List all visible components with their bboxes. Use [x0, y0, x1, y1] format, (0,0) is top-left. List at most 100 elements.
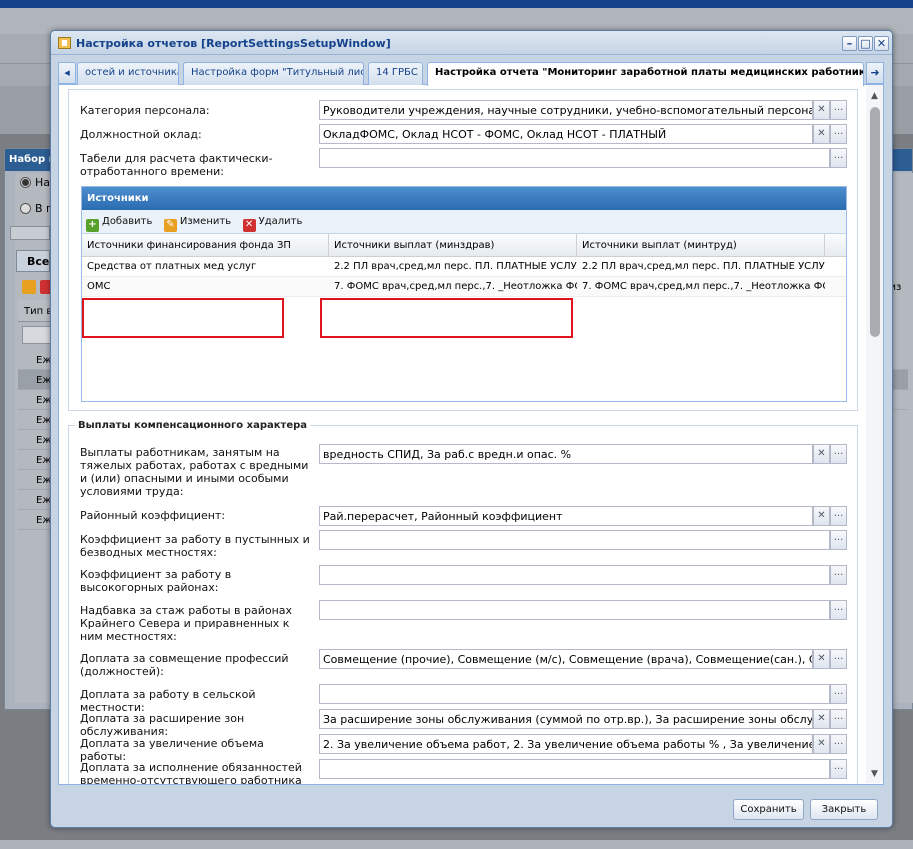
field-label-staff-category: Категория персонала: — [80, 104, 210, 117]
highlight-box-minzdrav — [320, 298, 573, 338]
tab-title-page[interactable]: Настройка форм "Титульный лист" — [183, 62, 364, 85]
scroll-down-icon[interactable]: ▼ — [868, 769, 881, 781]
close-window-button[interactable]: ✕ — [874, 36, 889, 51]
highland-coefficient-field[interactable]: ... — [319, 565, 847, 585]
scroll-up-icon[interactable]: ▲ — [868, 91, 881, 103]
field-label-hazard-pay: Выплаты работникам, занятым на тяжелых р… — [80, 446, 309, 498]
rural-work-field[interactable]: ... — [319, 684, 847, 704]
background-radio-1: На — [20, 176, 50, 189]
table-row[interactable]: Средства от платных мед услуг 2.2 ПЛ вра… — [82, 257, 846, 277]
select-more-icon[interactable]: ... — [830, 649, 847, 669]
service-zone-value[interactable]: За расширение зоны обслуживания (суммой … — [319, 709, 813, 729]
service-zone-field[interactable]: За расширение зоны обслуживания (суммой … — [319, 709, 847, 729]
column-header-mintrud[interactable]: Источники выплат (минтруд) — [577, 234, 825, 257]
field-label-rural-work: Доплата за работу в сельской местности: — [80, 688, 256, 714]
field-label-regional-coefficient: Районный коэффициент: — [80, 509, 226, 522]
tab-salary-monitoring[interactable]: Настройка отчета "Мониторинг заработной … — [427, 62, 864, 86]
workload-increase-value[interactable]: 2. За увеличение объема работ, 2. За уве… — [319, 734, 813, 754]
select-more-icon[interactable]: ... — [830, 759, 847, 779]
table-cell: 2.2 ПЛ врач,сред,мл перс. ПЛ. ПЛАТНЫЕ УС… — [334, 261, 577, 272]
column-header-funding[interactable]: Источники финансирования фонда ЗП — [82, 234, 329, 257]
clear-icon[interactable]: ✕ — [813, 444, 830, 464]
clear-icon[interactable]: ✕ — [813, 649, 830, 669]
staff-category-field[interactable]: Руководители учреждения, научные сотрудн… — [319, 100, 847, 120]
combined-positions-field[interactable]: Совмещение (прочие), Совмещение (м/с), С… — [319, 649, 847, 669]
field-label-acting-duties: Доплата за исполнение обязанностей време… — [80, 761, 302, 785]
acting-duties-field[interactable]: ... — [319, 759, 847, 779]
workload-increase-field[interactable]: 2. За увеличение объема работ, 2. За уве… — [319, 734, 847, 754]
close-button[interactable]: Закрыть — [810, 799, 878, 820]
tabs-scroll-left-icon[interactable]: ◂ — [58, 62, 76, 84]
select-more-icon[interactable]: ... — [830, 124, 847, 144]
clear-icon[interactable]: ✕ — [813, 124, 830, 144]
background-radio-2: В п — [20, 202, 53, 215]
hazard-pay-value[interactable]: вредность СПИД, За раб.с вредн.и опас. % — [319, 444, 813, 464]
table-cell: 7. ФОМС врач,сред,мл перс.,7. _Неотложка… — [582, 281, 825, 292]
compensation-fieldset: Выплаты компенсационного характера Выпла… — [68, 420, 858, 785]
north-allowance-field[interactable]: ... — [319, 600, 847, 620]
select-more-icon[interactable]: ... — [830, 100, 847, 120]
table-cell: 7. ФОМС врач,сред,мл перс.,7. _Неотложка… — [334, 281, 577, 292]
select-more-icon[interactable]: ... — [830, 444, 847, 464]
select-more-icon[interactable]: ... — [830, 148, 847, 168]
timesheets-field[interactable]: ... — [319, 148, 847, 168]
select-more-icon[interactable]: ... — [830, 684, 847, 704]
add-source-label: Добавить — [102, 216, 153, 227]
clear-icon[interactable]: ✕ — [813, 506, 830, 526]
table-row[interactable]: ОМС 7. ФОМС врач,сред,мл перс.,7. _Неотл… — [82, 277, 846, 297]
field-label-base-salary: Должностной оклад: — [80, 128, 202, 141]
clear-icon[interactable]: ✕ — [813, 709, 830, 729]
select-more-icon[interactable]: ... — [830, 506, 847, 526]
regional-coefficient-field[interactable]: Рай.перерасчет, Районный коэффициент ✕ .… — [319, 506, 847, 526]
tab-14-grbs[interactable]: 14 ГРБС — [368, 62, 423, 85]
window-titlebar[interactable]: Настройка отчетов [ReportSettingsSetupWi… — [51, 31, 892, 55]
background-radio-1-label: На — [35, 176, 51, 189]
desert-coefficient-field[interactable]: ... — [319, 530, 847, 550]
field-label-combined-positions: Доплата за совмещение профессий (должнос… — [80, 652, 289, 678]
tabs-scroll-right-icon[interactable]: ➜ — [866, 62, 884, 84]
base-salary-value[interactable]: ОкладФОМС, Оклад НСОТ - ФОМС, Оклад НСОТ… — [319, 124, 813, 144]
delete-source-button[interactable]: ✕ Удалить — [241, 213, 309, 232]
form-scrollbar[interactable]: ▲ ▼ — [866, 85, 883, 783]
edit-icon: ✎ — [163, 219, 177, 232]
rural-work-value[interactable] — [319, 684, 830, 704]
sources-toolbar: + Добавить ✎ Изменить ✕ Удалить — [82, 210, 846, 234]
field-label-timesheets: Табели для расчета фактически-отработанн… — [80, 152, 273, 178]
edit-source-button[interactable]: ✎ Изменить — [162, 213, 237, 232]
staff-settings-fieldset: Категория персонала: Руководители учрежд… — [68, 89, 858, 411]
select-more-icon[interactable]: ... — [830, 600, 847, 620]
select-more-icon[interactable]: ... — [830, 565, 847, 585]
maximize-button[interactable]: □ — [858, 36, 873, 51]
add-icon: + — [86, 219, 99, 232]
tab-sources[interactable]: остей и источникам — [77, 62, 179, 85]
field-label-service-zone: Доплата за расширение зон обслуживания: — [80, 712, 245, 738]
minimize-button[interactable]: – — [842, 36, 857, 51]
hazard-pay-field[interactable]: вредность СПИД, За раб.с вредн.и опас. %… — [319, 444, 847, 464]
desert-coefficient-value[interactable] — [319, 530, 830, 550]
window-app-icon — [58, 37, 71, 49]
add-source-button[interactable]: + Добавить — [84, 213, 158, 232]
report-settings-window: Настройка отчетов [ReportSettingsSetupWi… — [50, 30, 893, 828]
combined-positions-value[interactable]: Совмещение (прочие), Совмещение (м/с), С… — [319, 649, 813, 669]
select-more-icon[interactable]: ... — [830, 734, 847, 754]
column-header-minzdrav[interactable]: Источники выплат (минздрав) — [329, 234, 577, 257]
staff-category-value[interactable]: Руководители учреждения, научные сотрудн… — [319, 100, 813, 120]
clear-icon[interactable]: ✕ — [813, 734, 830, 754]
clear-icon[interactable]: ✕ — [813, 100, 830, 120]
save-button[interactable]: Сохранить — [733, 799, 804, 820]
north-allowance-value[interactable] — [319, 600, 830, 620]
scroll-thumb[interactable] — [870, 107, 880, 337]
select-more-icon[interactable]: ... — [830, 530, 847, 550]
timesheets-value[interactable] — [319, 148, 830, 168]
select-more-icon[interactable]: ... — [830, 709, 847, 729]
regional-coefficient-value[interactable]: Рай.перерасчет, Районный коэффициент — [319, 506, 813, 526]
highlight-box-funding — [82, 298, 284, 338]
compensation-legend: Выплаты компенсационного характера — [75, 420, 311, 431]
sources-grid: Источники + Добавить ✎ Изменить ✕ Удалить И… — [81, 186, 847, 402]
acting-duties-value[interactable] — [319, 759, 830, 779]
base-salary-field[interactable]: ОкладФОМС, Оклад НСОТ - ФОМС, Оклад НСОТ… — [319, 124, 847, 144]
highland-coefficient-value[interactable] — [319, 565, 830, 585]
sources-grid-title: Источники — [82, 187, 846, 210]
table-cell: Средства от платных мед услуг — [87, 261, 257, 272]
field-label-north-allowance: Надбавка за стаж работы в районах Крайне… — [80, 604, 293, 643]
